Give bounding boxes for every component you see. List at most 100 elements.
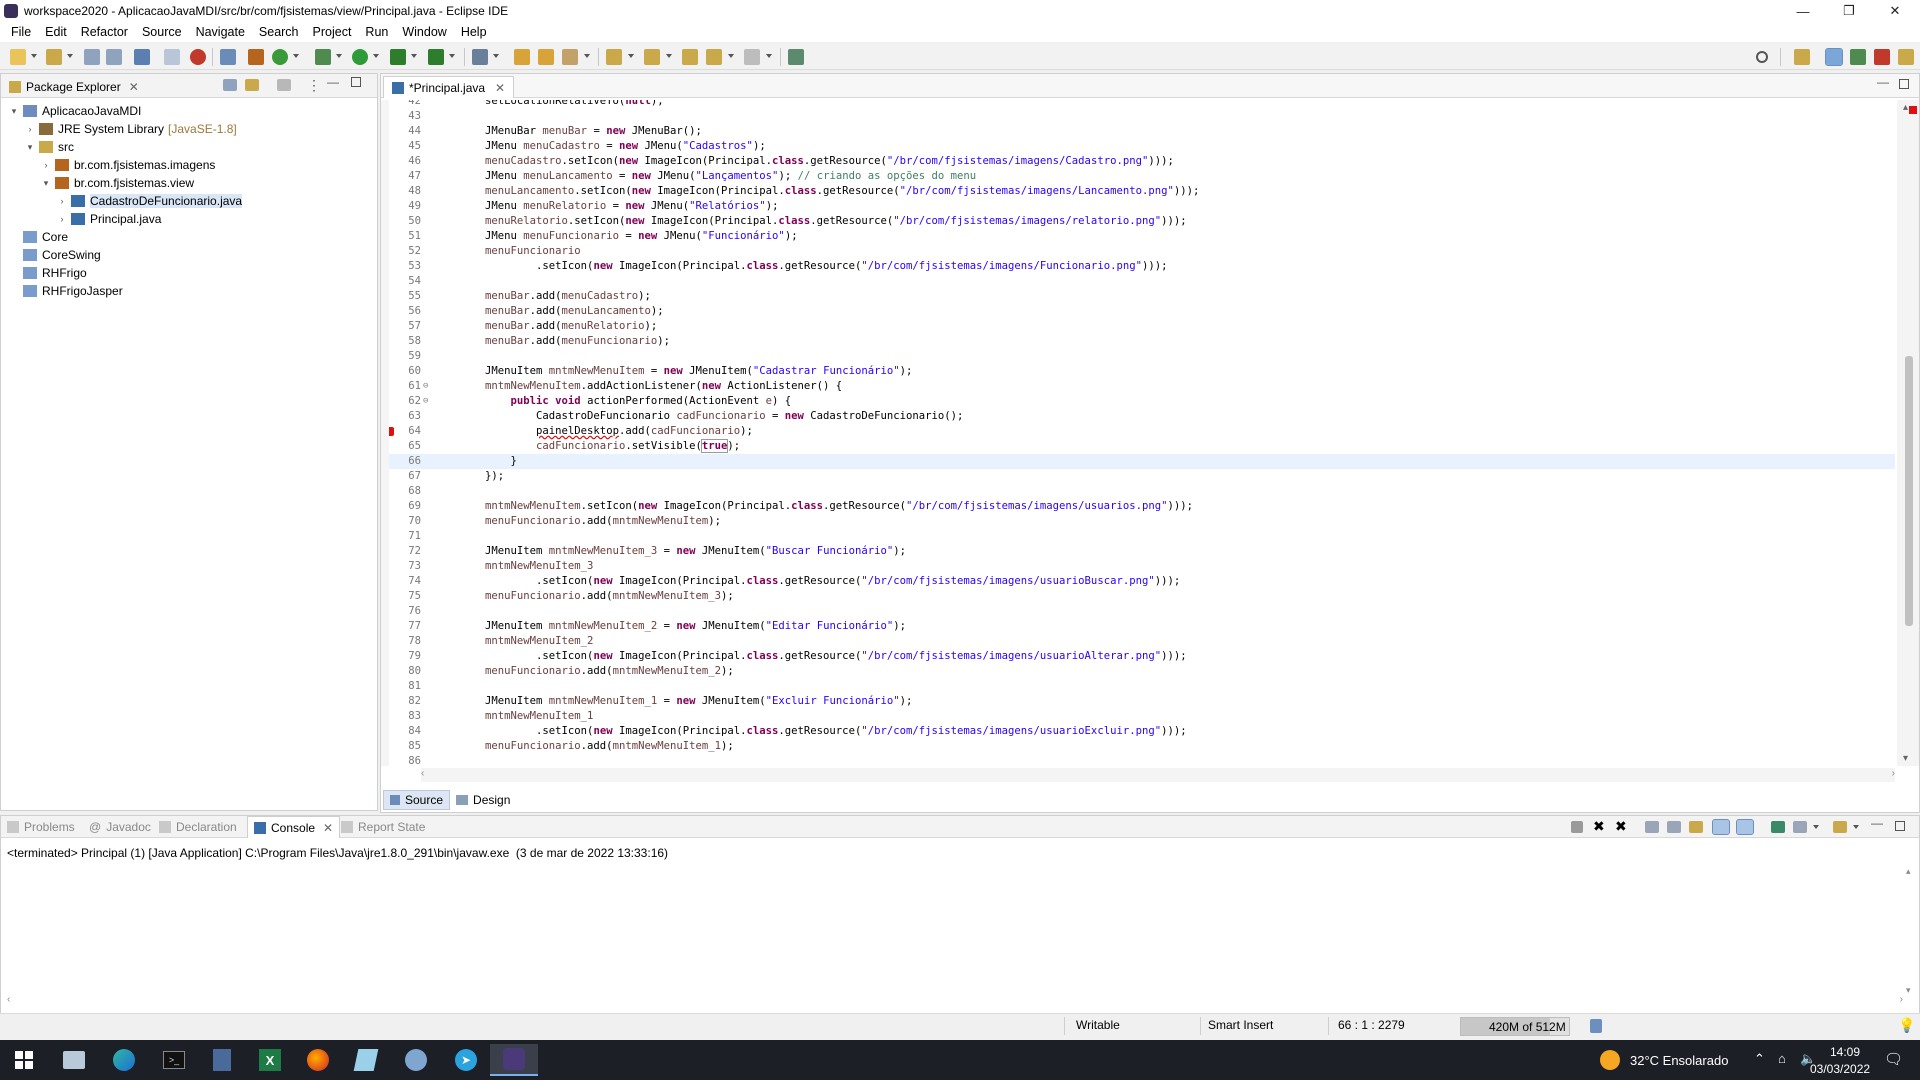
code-line[interactable]: 53 .setIcon(new ImageIcon(Principal.clas…: [381, 259, 1895, 274]
scroll-right-icon[interactable]: ›: [1900, 994, 1903, 1005]
minimize-editor-icon[interactable]: —: [1877, 75, 1889, 89]
scroll-left-icon[interactable]: ‹: [7, 994, 10, 1005]
class-dropdown[interactable]: [293, 54, 299, 58]
eclipse-task[interactable]: [490, 1044, 538, 1076]
code-line[interactable]: 51 JMenu menuFuncionario = new JMenu("Fun…: [381, 229, 1895, 244]
chat-task[interactable]: [392, 1044, 440, 1076]
terminal-icon[interactable]: [134, 49, 150, 65]
telegram-task[interactable]: ➤: [442, 1044, 490, 1076]
tab-principal-java[interactable]: *Principal.java ✕: [383, 76, 515, 98]
code-line[interactable]: 67});: [381, 469, 1895, 484]
last-edit-icon[interactable]: [682, 49, 698, 65]
lightbulb-icon[interactable]: 💡: [1898, 1017, 1915, 1034]
open-dropdown[interactable]: [67, 54, 73, 58]
code-line[interactable]: 84 .setIcon(new ImageIcon(Principal.clas…: [381, 724, 1895, 739]
code-line[interactable]: 46 menuCadastro.setIcon(new ImageIcon(Pri…: [381, 154, 1895, 169]
tree-item[interactable]: ▾ src: [25, 138, 74, 156]
pin-editor-icon[interactable]: [788, 49, 804, 65]
forward-dropdown[interactable]: [766, 54, 772, 58]
clock-time[interactable]: 14:09: [1830, 1045, 1860, 1059]
code-line[interactable]: 86: [381, 754, 1895, 766]
display-console-dropdown[interactable]: [1813, 825, 1819, 829]
code-line[interactable]: 50 menuRelatorio.setIcon(new ImageIcon(Pr…: [381, 214, 1895, 229]
start-button[interactable]: [0, 1044, 48, 1076]
calculator-task[interactable]: [198, 1044, 246, 1076]
console-horizontal-scrollbar[interactable]: ‹ ›: [7, 994, 1903, 1008]
menu-project[interactable]: Project: [306, 25, 359, 39]
code-line[interactable]: 66 }: [381, 454, 1895, 469]
open-console-icon[interactable]: [1833, 821, 1847, 833]
menu-file[interactable]: File: [4, 25, 38, 39]
tab-report-state[interactable]: Report State: [341, 817, 425, 837]
back-dropdown[interactable]: [728, 54, 734, 58]
weather-text[interactable]: 32°C Ensolarado: [1630, 1053, 1728, 1068]
minimize-console-icon[interactable]: —: [1871, 816, 1883, 830]
code-line[interactable]: 72 JMenuItem mntmNewMenuItem_3 = new JMen…: [381, 544, 1895, 559]
notifications-icon[interactable]: 🗨: [1884, 1050, 1903, 1068]
error-marker-icon[interactable]: [1909, 106, 1917, 114]
report-perspective-icon[interactable]: [1898, 49, 1914, 65]
maximize-editor-icon[interactable]: [1899, 79, 1909, 89]
debug-run-icon[interactable]: [315, 49, 331, 65]
minimize-button[interactable]: —: [1780, 0, 1826, 22]
expanded-icon[interactable]: ▾: [25, 142, 35, 153]
tab-declaration[interactable]: Declaration: [159, 817, 237, 837]
open-perspective-icon[interactable]: [1794, 49, 1810, 65]
new-icon[interactable]: [10, 49, 26, 65]
tree-item[interactable]: CoreSwing: [9, 246, 101, 264]
code-line[interactable]: 58 menuBar.add(menuFuncionario);: [381, 334, 1895, 349]
tree-item[interactable]: ▾ AplicacaoJavaMDI: [9, 102, 142, 120]
code-line[interactable]: 59: [381, 349, 1895, 364]
coverage-icon[interactable]: [220, 49, 236, 65]
code-line[interactable]: 85 menuFuncionario.add(mntmNewMenuItem_1)…: [381, 739, 1895, 754]
scroll-lock-icon[interactable]: [1667, 821, 1681, 833]
java-perspective-icon[interactable]: [1825, 48, 1843, 66]
code-line[interactable]: 57 menuBar.add(menuRelatorio);: [381, 319, 1895, 334]
tree-item[interactable]: RHFrigo: [9, 264, 87, 282]
save-all-icon[interactable]: [106, 49, 122, 65]
code-line[interactable]: 68: [381, 484, 1895, 499]
code-line[interactable]: 47 JMenu menuLancamento = new JMenu("Lanç…: [381, 169, 1895, 184]
external-tools-icon[interactable]: [428, 49, 444, 65]
debug-perspective-icon[interactable]: [1850, 49, 1866, 65]
menu-window[interactable]: Window: [395, 25, 453, 39]
horizontal-scrollbar[interactable]: ‹ ›: [421, 768, 1895, 782]
code-line[interactable]: 52 menuFuncionario: [381, 244, 1895, 259]
heap-status[interactable]: 420M of 512M: [1460, 1017, 1570, 1036]
debug-icon[interactable]: [190, 49, 206, 65]
remove-all-icon[interactable]: ✖: [1615, 818, 1627, 835]
maximize-view-icon[interactable]: [351, 77, 361, 87]
expanded-icon[interactable]: ▾: [41, 178, 51, 189]
tree-item[interactable]: Core: [9, 228, 68, 246]
external-dropdown[interactable]: [449, 54, 455, 58]
close-button[interactable]: ✕: [1872, 0, 1918, 22]
code-line[interactable]: 83 mntmNewMenuItem_1: [381, 709, 1895, 724]
new-java-class-icon[interactable]: [272, 49, 288, 65]
back-icon[interactable]: [706, 49, 722, 65]
close-icon[interactable]: ✕: [495, 81, 505, 95]
trash-icon[interactable]: [1590, 1019, 1602, 1033]
next-annotation-icon[interactable]: [606, 49, 622, 65]
code-line[interactable]: 62 public void actionPerformed(ActionEve…: [381, 394, 1895, 409]
scroll-down-icon[interactable]: ▾: [1906, 985, 1911, 996]
terminate-icon[interactable]: [1571, 821, 1583, 833]
save-icon[interactable]: [84, 49, 100, 65]
terminal-task[interactable]: >_: [150, 1044, 198, 1076]
new-java-package-icon[interactable]: [248, 49, 264, 65]
close-icon[interactable]: ✕: [129, 80, 139, 94]
code-line[interactable]: 54: [381, 274, 1895, 289]
code-line[interactable]: 55 menuBar.add(menuCadastro);: [381, 289, 1895, 304]
collapsed-icon[interactable]: ›: [57, 214, 67, 224]
code-line[interactable]: 63 CadastroDeFuncionario cadFuncionario …: [381, 409, 1895, 424]
tree-item[interactable]: › Principal.java: [57, 210, 162, 228]
pin-console-icon[interactable]: [1771, 821, 1785, 833]
weather-sun-icon[interactable]: [1600, 1050, 1620, 1070]
display-console-icon[interactable]: [1793, 821, 1807, 833]
network-icon[interactable]: ⌂: [1778, 1051, 1786, 1066]
search-icon[interactable]: [1756, 51, 1768, 63]
show-stdout-icon[interactable]: [1712, 819, 1730, 835]
tab-console[interactable]: Console ✕: [247, 816, 341, 838]
code-line[interactable]: 56 menuBar.add(menuLancamento);: [381, 304, 1895, 319]
scroll-left-icon[interactable]: ‹: [421, 768, 424, 779]
console-vertical-scrollbar[interactable]: ▴ ▾: [1905, 866, 1917, 996]
